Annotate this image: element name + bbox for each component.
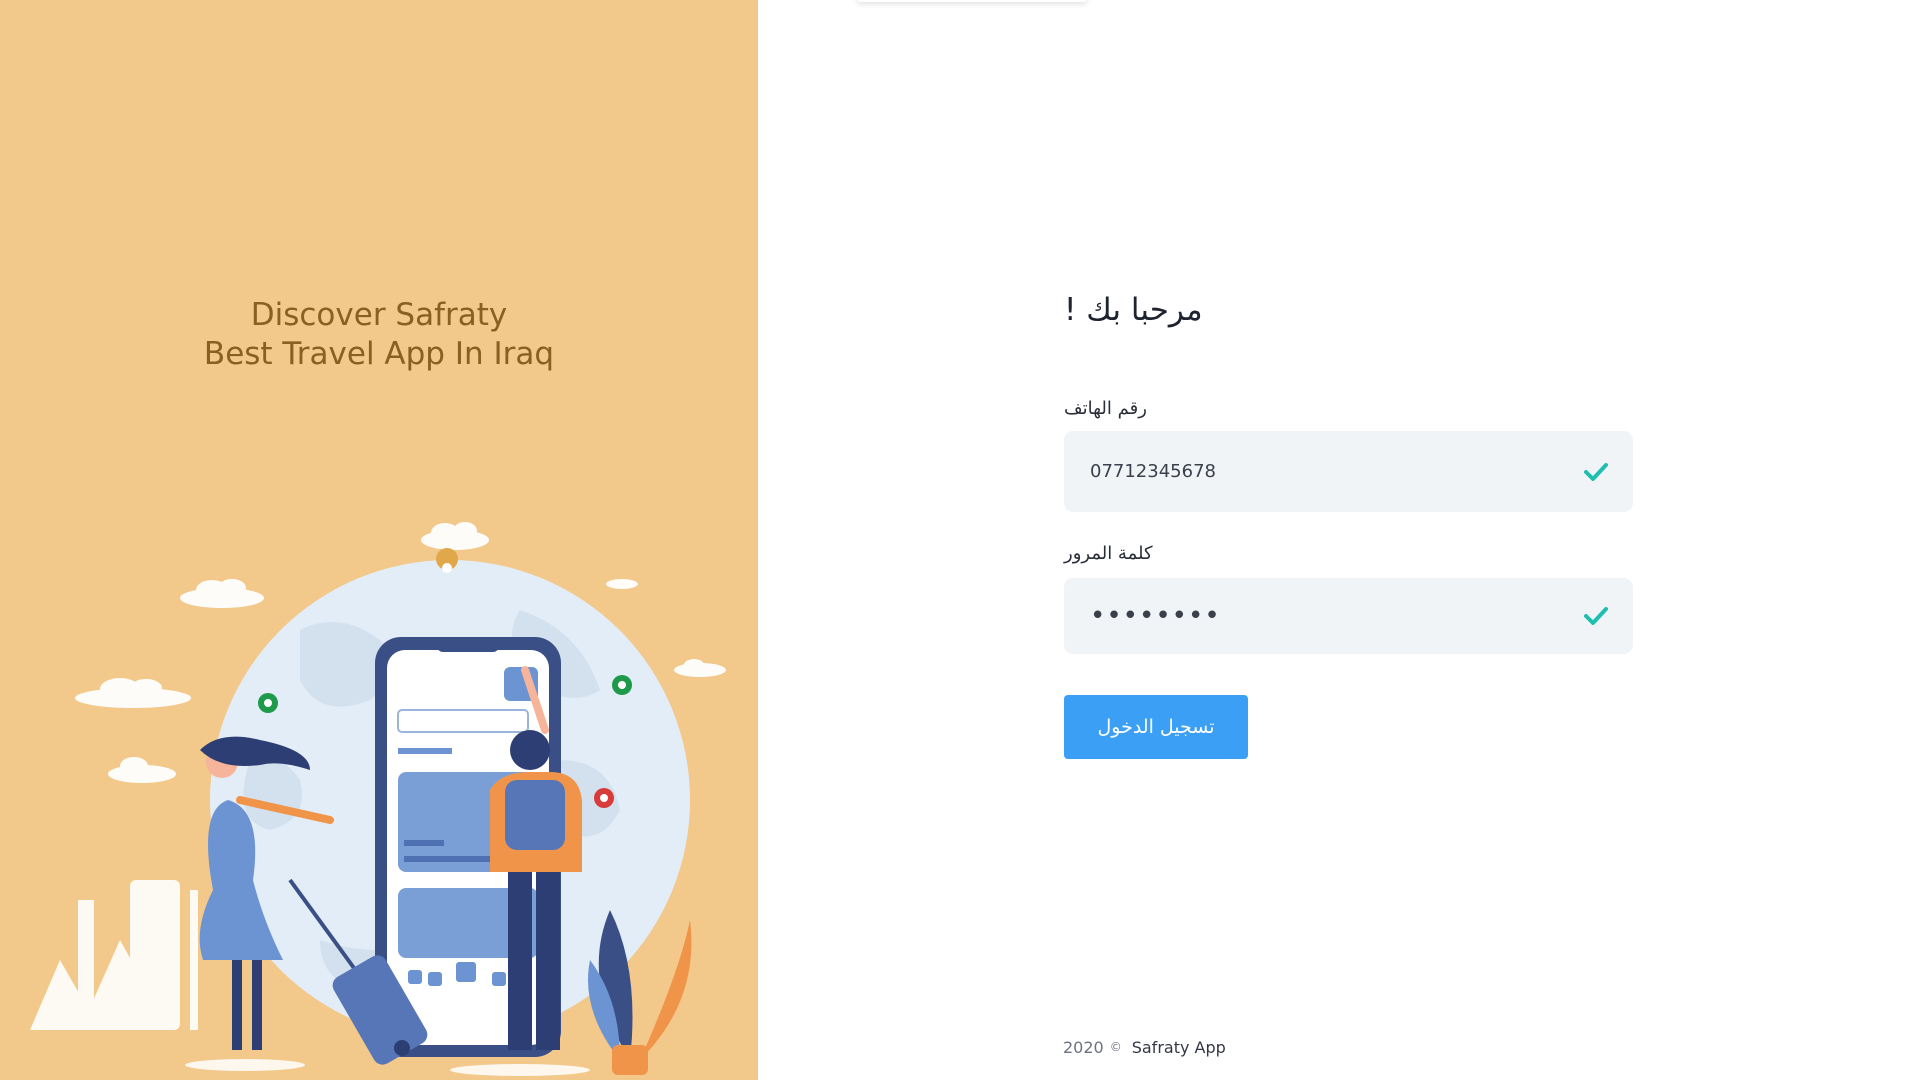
password-field[interactable] [1064,578,1633,654]
checkmark-icon [1584,607,1608,625]
travel-illustration [30,522,726,1076]
footer-brand: Safraty App [1131,1038,1226,1057]
welcome-heading: مرحبا بك ! [1064,292,1203,328]
login-page: Discover Safraty Best Travel App In Iraq [0,0,1920,1080]
phone-label: رقم الهاتف [1064,398,1147,419]
login-button[interactable]: تسجيل الدخول [1064,695,1248,759]
footer: 2020 © Safraty App [1063,1038,1226,1057]
password-input[interactable] [1064,578,1633,654]
copyright-icon: © [1109,1040,1122,1054]
footer-year: 2020 [1063,1038,1104,1057]
tagline-line-2: Best Travel App In Iraq [203,336,555,372]
phone-input[interactable] [1064,431,1633,512]
illustration-panel: Discover Safraty Best Travel App In Iraq [0,0,758,1080]
checkmark-icon [1584,462,1608,481]
password-label: كلمة المرور [1064,543,1153,564]
tagline-line-1: Discover Safraty [250,297,508,333]
phone-field[interactable] [1064,431,1633,512]
top-card-edge [857,0,1087,2]
login-panel [758,0,1920,1080]
